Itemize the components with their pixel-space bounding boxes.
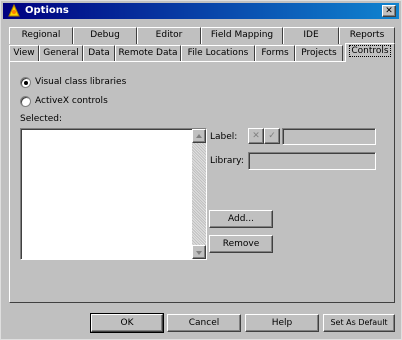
tab-file-locations[interactable]: File Locations — [181, 45, 255, 62]
options-dialog: Options ✕ Regional Debug Editor Field Ma… — [0, 0, 402, 340]
set-as-default-button[interactable]: Set As Default — [323, 314, 395, 332]
add-button[interactable]: Add... — [209, 210, 273, 228]
tab-reports[interactable]: Reports — [339, 27, 395, 44]
library-field-label: Library: — [210, 156, 244, 166]
tab-regional[interactable]: Regional — [9, 27, 73, 44]
tab-controls[interactable]: Controls — [345, 43, 395, 62]
help-button[interactable]: Help — [245, 314, 319, 332]
tab-row-back: Regional Debug Editor Field Mapping IDE … — [9, 27, 395, 44]
cancel-button[interactable]: Cancel — [167, 314, 241, 332]
tab-remote-data[interactable]: Remote Data — [115, 45, 181, 62]
radio-visual-class-libraries[interactable]: Visual class libraries — [20, 76, 220, 90]
add-button-label: Add... — [227, 214, 254, 224]
close-icon: ✕ — [385, 6, 393, 16]
tab-general[interactable]: General — [39, 45, 83, 62]
label-field-label: Label: — [210, 132, 238, 142]
tab-forms[interactable]: Forms — [255, 45, 295, 62]
help-button-label: Help — [271, 318, 293, 328]
remove-button-label: Remove — [222, 239, 260, 249]
arrow-down-icon — [196, 251, 202, 255]
label-confirm-button[interactable]: ✓ — [264, 128, 280, 144]
tab-editor[interactable]: Editor — [137, 27, 201, 44]
selected-listbox[interactable] — [20, 128, 207, 260]
radio-activex-controls[interactable]: ActiveX controls — [20, 95, 220, 109]
checkmark-icon: ✓ — [268, 131, 276, 141]
library-display — [248, 152, 376, 170]
set-as-default-label: Set As Default — [330, 318, 388, 327]
ok-button-label: OK — [120, 318, 134, 328]
close-button[interactable]: ✕ — [382, 5, 396, 17]
tab-field-mapping[interactable]: Field Mapping — [201, 27, 283, 44]
remove-button[interactable]: Remove — [209, 235, 273, 253]
window-title: Options — [25, 5, 69, 16]
scroll-up-button[interactable] — [192, 129, 206, 143]
label-input[interactable] — [282, 128, 376, 145]
tab-row-front: View General Data Remote Data File Locat… — [9, 43, 395, 62]
radio-circle — [20, 77, 31, 88]
arrow-up-icon — [196, 134, 202, 138]
options-app-icon — [8, 4, 20, 17]
radio-visual-label: Visual class libraries — [35, 77, 127, 87]
tab-projects[interactable]: Projects — [295, 45, 343, 62]
tab-data[interactable]: Data — [83, 45, 115, 62]
label-cancel-button[interactable]: ✕ — [248, 128, 264, 144]
scroll-down-button[interactable] — [192, 245, 206, 259]
title-bar[interactable]: Options ✕ — [3, 3, 399, 19]
radio-circle — [20, 96, 31, 107]
cancel-button-label: Cancel — [188, 318, 220, 328]
controls-tab-panel: Visual class libraries ActiveX controls … — [9, 61, 395, 303]
radio-activex-label: ActiveX controls — [35, 96, 108, 106]
tab-view[interactable]: View — [9, 45, 39, 62]
radio-selected-dot — [24, 81, 28, 85]
ok-button[interactable]: OK — [90, 313, 164, 333]
tab-ide[interactable]: IDE — [283, 27, 339, 44]
tab-debug[interactable]: Debug — [73, 27, 137, 44]
cancel-x-icon: ✕ — [252, 131, 260, 141]
listbox-scrollbar[interactable] — [192, 129, 206, 259]
selected-label: Selected: — [20, 114, 63, 124]
